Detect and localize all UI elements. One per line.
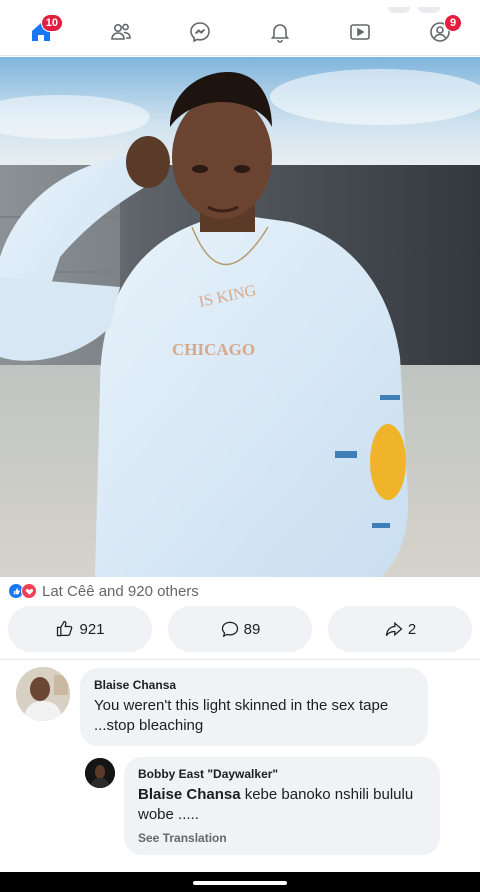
avatar — [16, 667, 70, 721]
home-badge: 10 — [40, 14, 63, 32]
comment-text-1: You weren't this light skinned in the se… — [94, 697, 389, 734]
friends-icon — [111, 23, 131, 40]
messenger-icon — [190, 22, 210, 43]
comment-icon — [221, 621, 238, 638]
home-tab[interactable]: 10 — [27, 14, 63, 46]
comment-author-1[interactable]: Blaise Chansa — [94, 678, 414, 692]
reactions-text: Lat Cêê and 920 others — [42, 582, 199, 600]
menu-tab[interactable]: 9 — [426, 14, 462, 46]
divider — [0, 659, 480, 660]
post-actions: 921 89 2 — [8, 606, 472, 652]
share-button[interactable]: 2 — [328, 606, 472, 652]
post-image: IS KING CHICAGO — [0, 57, 480, 577]
see-translation-link[interactable]: See Translation — [138, 831, 426, 845]
home-indicator[interactable] — [193, 881, 287, 885]
top-nav-bar: 10 9 — [0, 0, 480, 56]
messenger-tab[interactable] — [186, 18, 214, 46]
thumbs-up-icon — [57, 620, 73, 637]
video-icon — [350, 24, 370, 40]
comments-count: 89 — [243, 620, 261, 638]
top-partial-buttons — [388, 0, 448, 13]
comment-button[interactable]: 89 — [168, 606, 312, 652]
likes-count: 921 — [79, 620, 105, 638]
comment-author-2[interactable]: Bobby East "Daywalker" — [138, 767, 426, 781]
reactions-summary[interactable]: Lat Cêê and 920 others — [8, 581, 199, 601]
notifications-tab[interactable] — [266, 18, 294, 46]
comment-mention[interactable]: Blaise Chansa — [138, 786, 241, 803]
post-photo[interactable]: IS KING CHICAGO — [0, 57, 480, 577]
love-reaction-icon — [21, 583, 37, 599]
comment-avatar-2[interactable] — [85, 758, 115, 788]
watch-tab[interactable] — [346, 18, 374, 46]
comment-bubble-2[interactable]: Bobby East "Daywalker" Blaise Chansa keb… — [124, 757, 440, 855]
avatar — [85, 758, 115, 788]
shirt-text-city: CHICAGO — [172, 340, 255, 359]
comment-bubble-1[interactable]: Blaise Chansa You weren't this light ski… — [80, 668, 428, 746]
friends-tab[interactable] — [107, 18, 135, 46]
comment-text-2: Blaise Chansa kebe banoko nshili bululu … — [138, 785, 426, 825]
comment-avatar-1[interactable] — [16, 667, 70, 721]
shares-count: 2 — [407, 620, 417, 638]
like-button[interactable]: 921 — [8, 606, 152, 652]
share-icon — [385, 621, 403, 637]
menu-badge: 9 — [444, 14, 462, 32]
bell-icon — [270, 24, 290, 43]
